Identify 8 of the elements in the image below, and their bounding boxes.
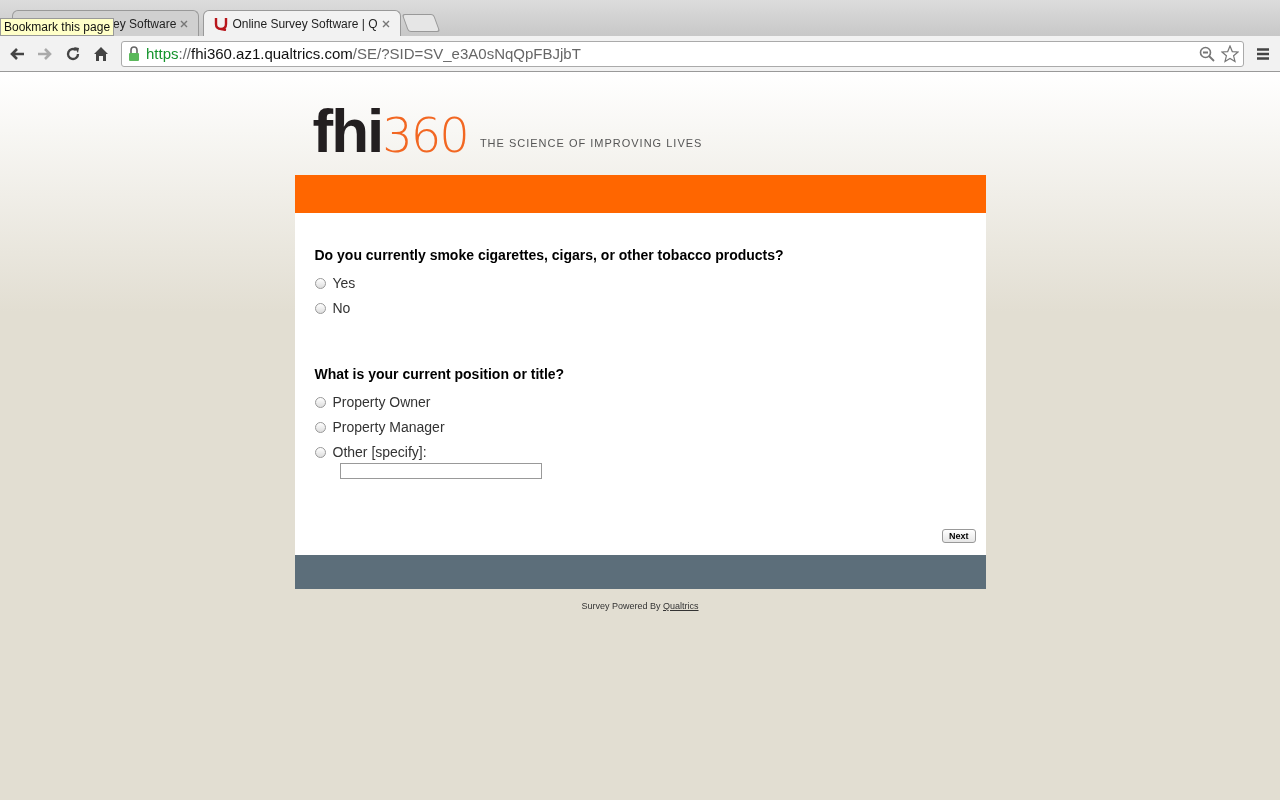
tab-title: ey Software: [113, 16, 177, 31]
question-text: Do you currently smoke cigarettes, cigars, or other tobacco products?: [314, 247, 785, 263]
question-text: What is your current position or title?: [314, 366, 566, 382]
tab-title: Online Survey Software | Q: [232, 16, 378, 31]
powered-by-text: Survey Powered By: [581, 601, 661, 611]
tooltip: Bookmark this page: [0, 18, 115, 36]
logo: fhi360: [312, 103, 468, 163]
tagline: THE SCIENCE OF IMPROVING LIVES: [479, 137, 703, 151]
